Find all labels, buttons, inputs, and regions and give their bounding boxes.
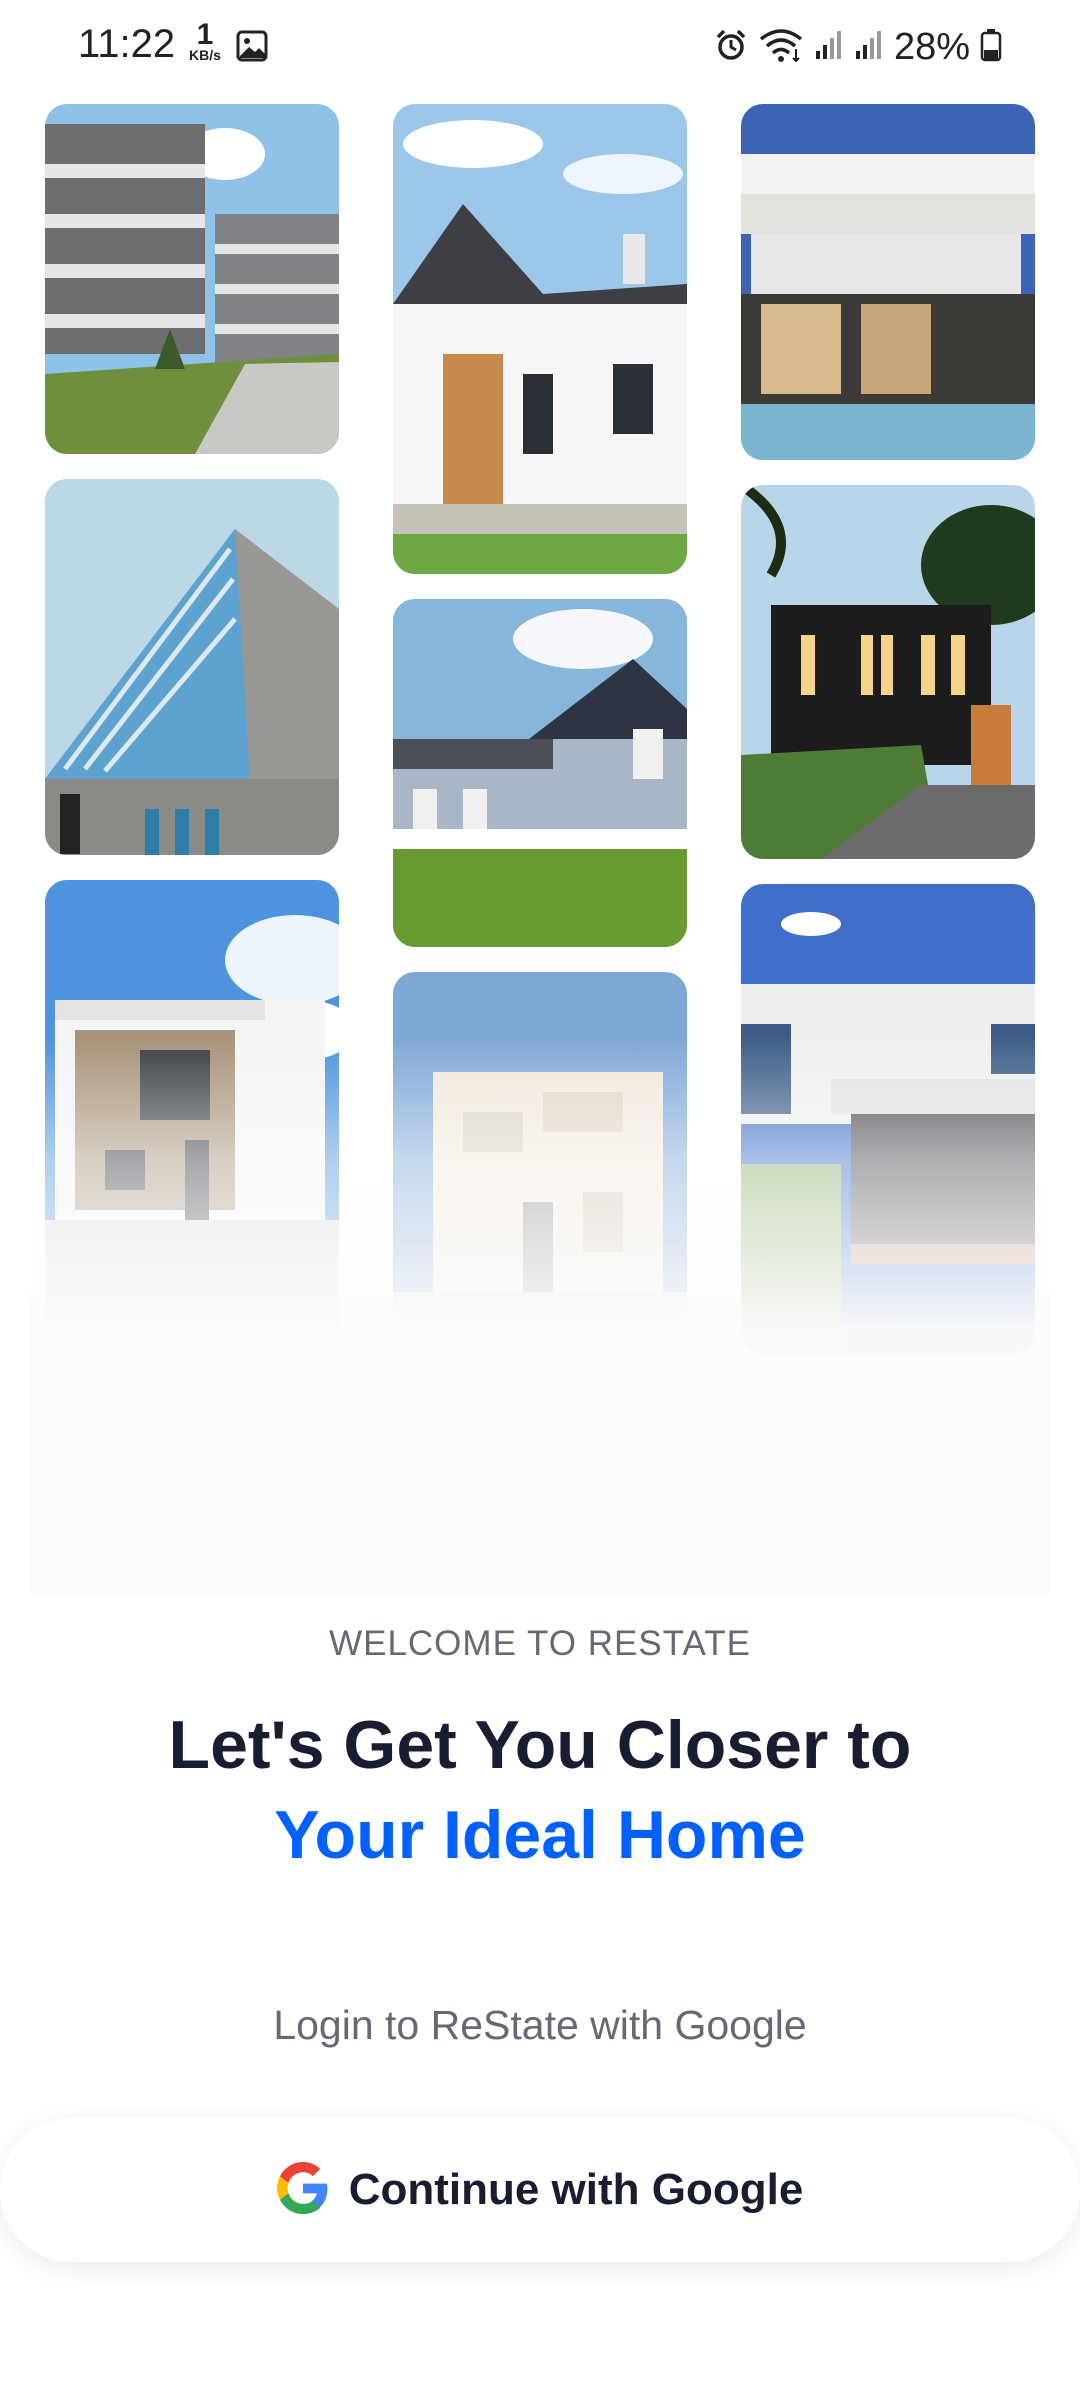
google-logo-icon [276,2161,329,2219]
login-prompt: Login to ReState with Google [273,2002,807,2048]
modern-pool-villa-image [741,104,1035,460]
network-speed: 1 KB/s [184,18,226,63]
welcome-label: WELCOME TO RESTATE [329,1624,751,1663]
status-time: 11:22 [78,22,176,66]
page-title: Let's Get You Closer to Your Ideal Home [0,1700,1080,1880]
dark-modern-house-image [741,485,1035,859]
clapboard-family-house-image [393,599,687,947]
continue-with-google-button[interactable]: Continue with Google [0,2118,1080,2262]
signal-icon-1 [814,29,844,66]
battery-percent: 28% [893,25,970,68]
headline-line-1: Let's Get You Closer to [168,1707,912,1783]
signal-icon-2 [854,29,884,66]
status-bar: 11:22 1 KB/s 28% [0,0,1080,96]
alarm-icon [714,28,748,67]
status-icons: 28% [714,22,1002,72]
network-speed-value: 1 [196,18,214,51]
gabled-house-image [393,104,687,574]
apartment-complex-image [45,104,339,454]
headline-line-2: Your Ideal Home [274,1797,806,1873]
wifi-icon [758,27,804,68]
network-speed-unit: KB/s [189,47,221,63]
gallery-notification-icon [236,30,268,67]
gallery-fade-overlay [30,1036,1050,1596]
angular-facade-building-image [45,479,339,855]
continue-with-google-label: Continue with Google [348,2165,804,2214]
battery-icon [980,28,1002,67]
property-image-gallery [0,96,1080,1596]
